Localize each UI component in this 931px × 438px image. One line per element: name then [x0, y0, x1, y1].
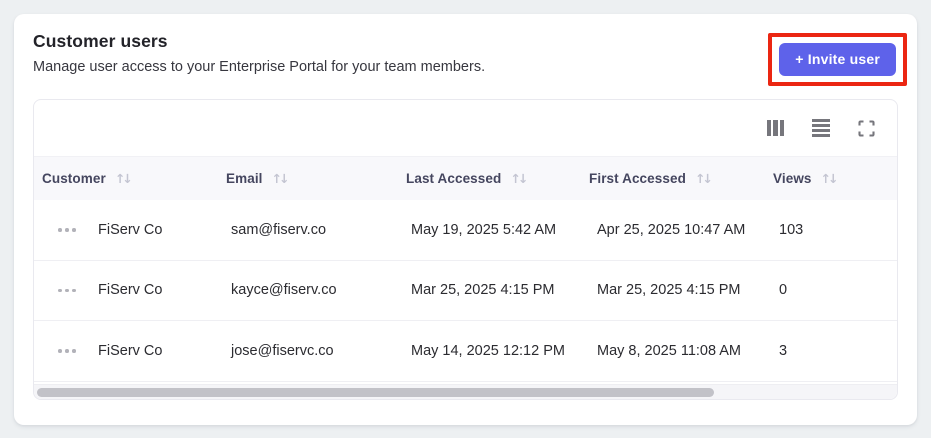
cell-email: sam@fiserv.co	[231, 221, 327, 238]
sort-icon[interactable]: ↑↓	[272, 171, 290, 186]
list-view-icon	[812, 119, 830, 137]
page-subtitle: Manage user access to your Enterprise Po…	[33, 59, 486, 75]
column-label: Email	[226, 171, 263, 186]
columns-view-button[interactable]	[765, 118, 787, 138]
row-menu-button[interactable]	[54, 222, 80, 238]
page-title: Customer users	[33, 31, 168, 51]
row-menu-button[interactable]	[54, 343, 80, 359]
users-table-card: Customer ↑↓ Email ↑↓ Last Accessed ↑↓ Fi…	[33, 99, 898, 400]
cell-email: jose@fiservc.co	[231, 342, 334, 359]
column-header-views: Views ↑↓	[773, 171, 897, 186]
invite-user-button[interactable]: + Invite user	[779, 43, 896, 76]
sort-icon[interactable]: ↑↓	[510, 171, 528, 186]
cell-email: kayce@fiserv.co	[231, 282, 337, 299]
cell-last-accessed: May 14, 2025 12:12 PM	[411, 342, 565, 359]
cell-customer: FiServ Co	[98, 342, 163, 359]
cell-customer: FiServ Co	[98, 282, 163, 299]
column-header-email: Email ↑↓	[226, 171, 406, 186]
list-view-button[interactable]	[810, 117, 832, 139]
cell-views: 3	[779, 342, 788, 359]
table-row: FiServ Co jose@fiservc.co May 14, 2025 1…	[34, 321, 897, 382]
fullscreen-button[interactable]	[856, 118, 877, 139]
horizontal-scrollbar[interactable]	[34, 384, 897, 399]
cell-last-accessed: May 19, 2025 5:42 AM	[411, 221, 557, 238]
cell-first-accessed: Apr 25, 2025 10:47 AM	[597, 221, 746, 238]
header-text-block: Customer users Manage user access to you…	[33, 31, 485, 75]
card-header: Customer users Manage user access to you…	[14, 14, 917, 86]
column-header-customer: Customer ↑↓	[42, 171, 226, 186]
columns-view-icon	[766, 120, 784, 136]
column-header-first-accessed: First Accessed ↑↓	[589, 171, 773, 186]
cell-views: 0	[779, 282, 788, 299]
column-header-last-accessed: Last Accessed ↑↓	[406, 171, 589, 186]
cell-last-accessed: Mar 25, 2025 4:15 PM	[411, 282, 555, 299]
column-label: Views	[773, 171, 812, 186]
cell-first-accessed: Mar 25, 2025 4:15 PM	[597, 282, 741, 299]
column-label: First Accessed	[589, 171, 686, 186]
sort-icon[interactable]: ↑↓	[695, 171, 713, 186]
table-row: FiServ Co kayce@fiserv.co Mar 25, 2025 4…	[34, 260, 897, 321]
column-label: Last Accessed	[406, 171, 502, 186]
customer-users-card: Customer users Manage user access to you…	[14, 14, 917, 425]
column-label: Customer	[42, 171, 106, 186]
row-menu-button[interactable]	[54, 283, 80, 299]
fullscreen-icon	[858, 119, 875, 137]
sort-icon[interactable]: ↑↓	[821, 171, 839, 186]
table-header-row: Customer ↑↓ Email ↑↓ Last Accessed ↑↓ Fi…	[34, 156, 897, 200]
annotation-highlight-box: + Invite user	[768, 33, 907, 86]
cell-customer: FiServ Co	[98, 221, 163, 238]
sort-icon[interactable]: ↑↓	[115, 171, 133, 186]
table-row: FiServ Co sam@fiserv.co May 19, 2025 5:4…	[34, 200, 897, 261]
cell-first-accessed: May 8, 2025 11:08 AM	[597, 342, 742, 359]
scrollbar-thumb[interactable]	[37, 387, 715, 397]
table-toolbar	[34, 100, 897, 156]
cell-views: 103	[779, 221, 804, 238]
